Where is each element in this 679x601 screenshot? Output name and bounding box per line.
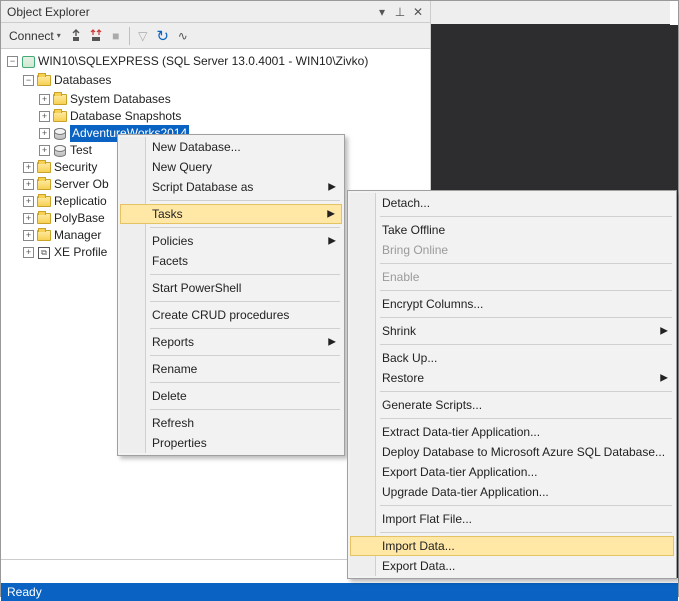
menu-bring-online: Bring Online [350,240,674,260]
folder-icon [52,109,68,125]
close-icon[interactable]: ✕ [410,4,426,20]
menu-back-up[interactable]: Back Up... [350,348,674,368]
filter-icon[interactable]: ▽ [134,27,152,45]
menu-script-database-as[interactable]: Script Database as▶ [120,177,342,197]
menu-separator [150,355,340,356]
menu-separator [150,274,340,275]
tasks-submenu[interactable]: Detach... Take Offline Bring Online Enab… [347,190,677,579]
status-bar: Ready [1,583,678,601]
menu-export-dta[interactable]: Export Data-tier Application... [350,462,674,482]
disconnect-all-icon[interactable] [87,27,105,45]
menu-import-flat-file[interactable]: Import Flat File... [350,509,674,529]
menu-separator [380,216,672,217]
submenu-arrow-icon: ▶ [660,373,668,384]
menu-generate-scripts[interactable]: Generate Scripts... [350,395,674,415]
expand-icon[interactable]: + [23,162,34,173]
submenu-arrow-icon: ▶ [660,326,668,337]
folder-icon [36,73,52,89]
menu-take-offline[interactable]: Take Offline [350,220,674,240]
menu-import-data[interactable]: Import Data... [350,536,674,556]
menu-upgrade-dta[interactable]: Upgrade Data-tier Application... [350,482,674,502]
menu-policies[interactable]: Policies▶ [120,231,342,251]
menu-separator [380,317,672,318]
expand-icon[interactable]: + [23,213,34,224]
panel-header: Object Explorer ▾ ⊥ ✕ [1,1,430,23]
expand-icon[interactable]: + [23,247,34,258]
collapse-icon[interactable]: − [23,75,34,86]
menu-separator [150,301,340,302]
expand-icon[interactable]: + [39,111,50,122]
stop-icon[interactable]: ■ [107,27,125,45]
expand-icon[interactable]: + [39,128,50,139]
menu-enable: Enable [350,267,674,287]
menu-export-data[interactable]: Export Data... [350,556,674,576]
refresh-icon[interactable]: ↻ [154,27,172,45]
submenu-arrow-icon: ▶ [328,236,336,247]
connect-button[interactable]: Connect▾ [5,27,65,45]
submenu-arrow-icon: ▶ [327,209,335,220]
tree-system-databases[interactable]: + System Databases [39,91,428,108]
menu-new-database[interactable]: New Database... [120,137,342,157]
menu-tasks[interactable]: Tasks▶ [120,204,342,224]
menu-shrink[interactable]: Shrink▶ [350,321,674,341]
collapse-icon[interactable]: − [7,56,18,67]
menu-encrypt-columns[interactable]: Encrypt Columns... [350,294,674,314]
submenu-arrow-icon: ▶ [328,337,336,348]
menu-separator [380,391,672,392]
disconnect-icon[interactable] [67,27,85,45]
menu-create-crud[interactable]: Create CRUD procedures [120,305,342,325]
expand-icon[interactable]: + [39,145,50,156]
xe-icon: ⧉ [36,245,52,261]
folder-icon [36,194,52,210]
menu-separator [150,227,340,228]
activity-monitor-icon[interactable]: ∿ [174,27,192,45]
folder-icon [36,228,52,244]
folder-icon [36,211,52,227]
menu-separator [150,382,340,383]
document-tab-strip [431,1,670,25]
database-icon [52,143,68,159]
menu-separator [380,290,672,291]
toolbar: Connect▾ ■ ▽ ↻ ∿ [1,23,430,49]
menu-separator [380,344,672,345]
panel-title: Object Explorer [5,5,374,19]
menu-start-powershell[interactable]: Start PowerShell [120,278,342,298]
expand-icon[interactable]: + [23,179,34,190]
menu-separator [150,328,340,329]
server-icon [20,54,36,70]
window-position-icon[interactable]: ▾ [374,4,390,20]
pin-icon[interactable]: ⊥ [392,4,408,20]
menu-detach[interactable]: Detach... [350,193,674,213]
menu-separator [150,409,340,410]
menu-extract-dta[interactable]: Extract Data-tier Application... [350,422,674,442]
tree-database-snapshots[interactable]: + Database Snapshots [39,108,428,125]
menu-separator [380,505,672,506]
expand-icon[interactable]: + [39,94,50,105]
expand-icon[interactable]: + [23,230,34,241]
menu-reports[interactable]: Reports▶ [120,332,342,352]
menu-deploy-azure[interactable]: Deploy Database to Microsoft Azure SQL D… [350,442,674,462]
submenu-arrow-icon: ▶ [328,182,336,193]
database-icon [52,126,68,142]
menu-properties[interactable]: Properties [120,433,342,453]
menu-separator [380,418,672,419]
menu-rename[interactable]: Rename [120,359,342,379]
menu-facets[interactable]: Facets [120,251,342,271]
folder-icon [52,92,68,108]
toolbar-separator [129,27,130,45]
chevron-down-icon: ▾ [57,31,61,40]
menu-restore[interactable]: Restore▶ [350,368,674,388]
menu-separator [380,263,672,264]
menu-separator [380,532,672,533]
menu-separator [150,200,340,201]
folder-icon [36,160,52,176]
menu-new-query[interactable]: New Query [120,157,342,177]
database-context-menu[interactable]: New Database... New Query Script Databas… [117,134,345,456]
expand-icon[interactable]: + [23,196,34,207]
folder-icon [36,177,52,193]
menu-delete[interactable]: Delete [120,386,342,406]
menu-refresh[interactable]: Refresh [120,413,342,433]
